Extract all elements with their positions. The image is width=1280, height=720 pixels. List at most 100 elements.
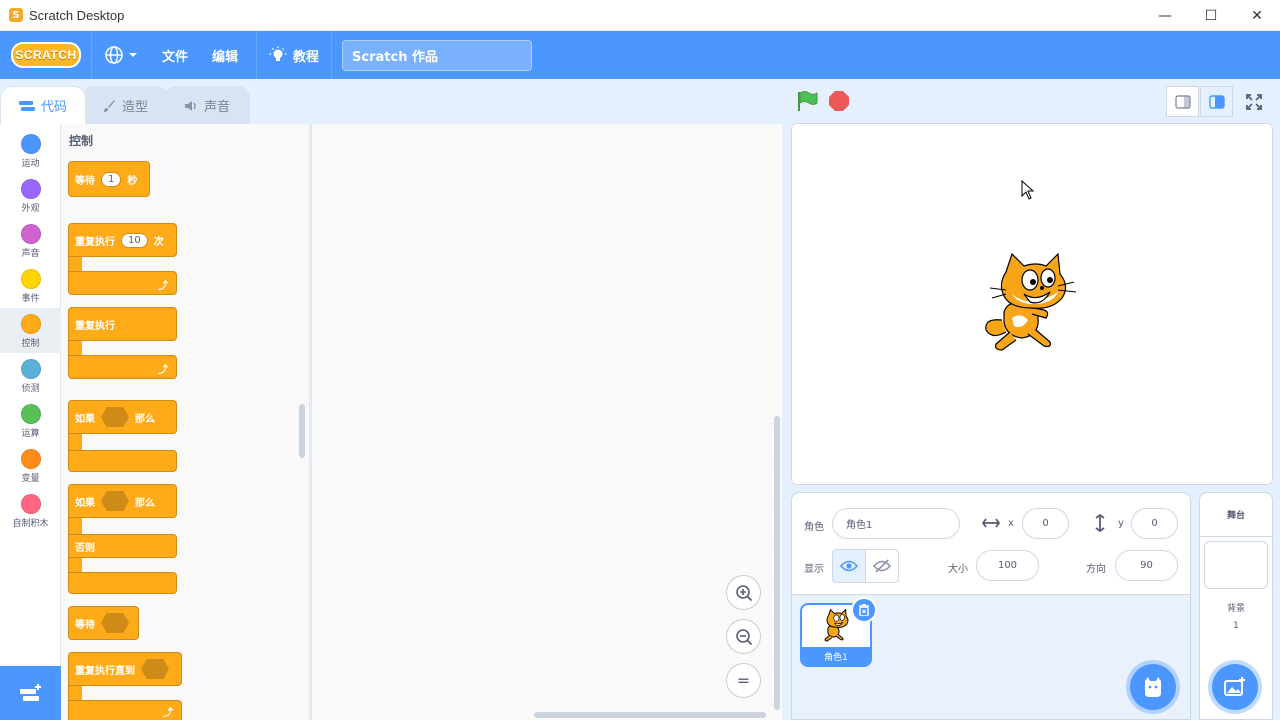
- minimize-button[interactable]: —: [1142, 0, 1188, 31]
- boolean-slot[interactable]: [101, 613, 129, 633]
- zoom-out-button[interactable]: [726, 619, 761, 654]
- zoom-in-button[interactable]: [726, 575, 761, 610]
- add-backdrop-button[interactable]: [1212, 664, 1258, 710]
- direction-input[interactable]: 90: [1115, 550, 1178, 581]
- tab-sounds[interactable]: 声音: [164, 86, 250, 124]
- language-menu[interactable]: [92, 31, 150, 79]
- block-label: 重复执行: [75, 320, 115, 332]
- tutorials-menu[interactable]: 教程: [257, 31, 331, 79]
- block-number-input[interactable]: 10: [121, 232, 148, 248]
- show-label: 显示: [804, 564, 824, 575]
- backdrops-label: 背景: [1226, 604, 1245, 614]
- maximize-button[interactable]: ☐: [1188, 0, 1234, 31]
- loop-arrow-icon: ⤴: [163, 708, 173, 719]
- category-my-blocks[interactable]: 自制积木: [0, 488, 61, 533]
- c-block-arm: [68, 341, 82, 355]
- zoom-in-icon: [735, 584, 752, 601]
- zoom-reset-button[interactable]: =: [726, 663, 761, 698]
- script-workspace[interactable]: =: [311, 124, 782, 720]
- tab-code-label: 代码: [40, 100, 67, 115]
- tab-costumes[interactable]: 造型: [82, 86, 168, 124]
- block-label: 如果: [75, 413, 95, 425]
- category-dot: [20, 269, 41, 289]
- add-extension-button[interactable]: [0, 666, 61, 720]
- scratch-logo[interactable]: SCRATCH: [11, 42, 81, 68]
- category-looks[interactable]: 外观: [0, 173, 61, 218]
- x-position-input[interactable]: 0: [1022, 508, 1069, 539]
- category-dot: [20, 314, 41, 334]
- block-label: 秒: [127, 175, 138, 187]
- small-stage-button[interactable]: [1166, 86, 1199, 117]
- eye-icon: [840, 560, 858, 572]
- workspace-vertical-scrollbar[interactable]: [774, 416, 780, 710]
- large-stage-button[interactable]: [1200, 86, 1233, 117]
- add-sprite-button[interactable]: [1130, 664, 1176, 710]
- boolean-slot[interactable]: [141, 659, 169, 679]
- repeat-until-block-foot: ⤴: [68, 700, 182, 720]
- palette-scrollbar[interactable]: [299, 404, 305, 458]
- c-block-arm: [68, 434, 82, 450]
- stage-canvas[interactable]: [791, 123, 1273, 485]
- boolean-slot[interactable]: [101, 407, 129, 427]
- category-motion[interactable]: 运动: [0, 128, 61, 173]
- cat-add-icon: [1145, 677, 1161, 697]
- y-position-icon: [1095, 514, 1105, 532]
- category-dot: [20, 134, 41, 154]
- category-sound[interactable]: 声音: [0, 218, 61, 263]
- stop-button[interactable]: [829, 91, 849, 111]
- wait-until-block[interactable]: 等待: [68, 606, 139, 640]
- show-sprite-button[interactable]: [832, 549, 866, 583]
- wait-seconds-block[interactable]: 等待 1 秒: [68, 161, 150, 197]
- category-label: 变量: [21, 474, 40, 484]
- hide-sprite-button[interactable]: [865, 549, 899, 583]
- category-dot: [20, 494, 41, 514]
- boolean-slot[interactable]: [101, 491, 129, 511]
- sprite-name-label: 角色: [804, 522, 824, 533]
- speaker-icon: [184, 100, 196, 111]
- minimize-icon: —: [1158, 7, 1172, 24]
- backdrops-count: 1: [1233, 621, 1239, 631]
- category-label: 声音: [21, 249, 40, 259]
- block-label: 如果: [75, 497, 95, 509]
- stage-thumbnail[interactable]: [1204, 541, 1268, 589]
- category-operators[interactable]: 运算: [0, 398, 61, 443]
- repeat-block[interactable]: 重复执行 10 次: [68, 223, 177, 257]
- sprite-name-input[interactable]: 角色1: [832, 508, 960, 539]
- category-label: 事件: [21, 294, 40, 304]
- tab-code[interactable]: 代码: [0, 86, 86, 124]
- green-flag-button[interactable]: [796, 90, 818, 112]
- if-else-block[interactable]: 如果 那么: [68, 484, 177, 518]
- repeat-until-block[interactable]: 重复执行直到: [68, 652, 182, 686]
- close-button[interactable]: ✕: [1234, 0, 1280, 31]
- sprite-info-bar: 角色 角色1 x 0 y 0 显示 大小 100 方向 90: [792, 493, 1190, 595]
- else-label-bar: 否则: [68, 534, 177, 558]
- category-variables[interactable]: 变量: [0, 443, 61, 488]
- edit-menu[interactable]: 编辑: [200, 31, 250, 79]
- add-extension-icon: [19, 684, 41, 701]
- maximize-icon: ☐: [1204, 7, 1218, 24]
- repeat-block-foot: ⤴: [68, 271, 177, 295]
- code-icon: [18, 100, 35, 111]
- y-position-input[interactable]: 0: [1131, 508, 1178, 539]
- menu-bar: SCRATCH 文件 编辑 教程 Scratch 作品: [0, 31, 1280, 79]
- forever-block[interactable]: 重复执行: [68, 307, 177, 341]
- block-number-input[interactable]: 1: [101, 171, 122, 187]
- if-then-block[interactable]: 如果 那么: [68, 400, 177, 434]
- c-block-arm: [68, 558, 82, 572]
- brush-icon: [103, 99, 115, 112]
- workspace-horizontal-scrollbar[interactable]: [534, 712, 766, 718]
- category-events[interactable]: 事件: [0, 263, 61, 308]
- fullscreen-icon: [1245, 93, 1262, 110]
- file-menu[interactable]: 文件: [150, 31, 200, 79]
- image-add-icon: [1224, 677, 1245, 696]
- block-label: 次: [153, 236, 164, 248]
- stage-selector[interactable]: 舞台 背景 1: [1199, 492, 1273, 720]
- delete-sprite-button[interactable]: [851, 597, 877, 623]
- fullscreen-button[interactable]: [1237, 86, 1270, 117]
- category-control[interactable]: 控制: [0, 308, 61, 353]
- size-input[interactable]: 100: [976, 550, 1039, 581]
- cat-sprite[interactable]: [982, 252, 1082, 356]
- category-sensing[interactable]: 侦测: [0, 353, 61, 398]
- project-title-input[interactable]: Scratch 作品: [342, 39, 533, 71]
- block-label: 重复执行: [75, 236, 115, 248]
